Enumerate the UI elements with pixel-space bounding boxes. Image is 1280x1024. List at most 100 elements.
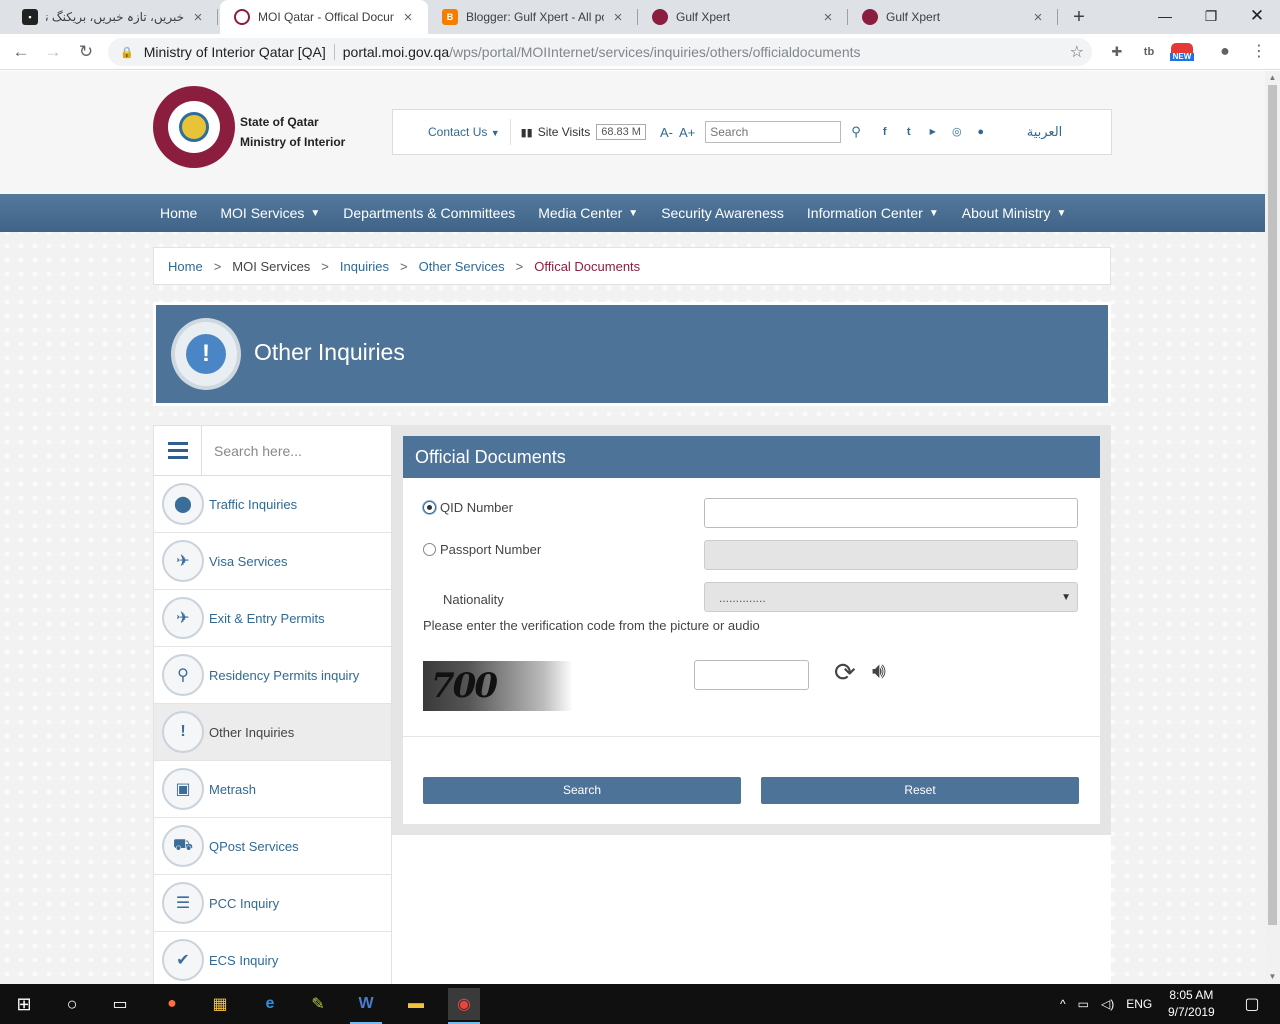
gulfxpert-favicon-icon bbox=[862, 9, 878, 25]
sidebar-item-label: Visa Services bbox=[209, 553, 288, 569]
sidebar-item-other-inquiries[interactable]: ! Other Inquiries bbox=[154, 704, 391, 761]
passport-radio[interactable] bbox=[423, 543, 436, 556]
store-icon[interactable]: ▦ bbox=[204, 988, 236, 1020]
cortana-search-icon[interactable]: ○ bbox=[56, 988, 88, 1020]
browser-tab[interactable]: Gulf Xpert × bbox=[848, 0, 1058, 34]
edge-icon[interactable]: e bbox=[254, 988, 286, 1020]
search-button[interactable]: Search bbox=[423, 777, 741, 804]
close-tab-icon[interactable]: × bbox=[1030, 9, 1046, 26]
lock-icon[interactable]: 🔒 bbox=[120, 46, 134, 59]
qid-radio[interactable] bbox=[423, 501, 436, 514]
close-window-button[interactable]: ✕ bbox=[1234, 0, 1280, 34]
notification-icon[interactable]: ▢ bbox=[1236, 988, 1268, 1020]
sidebar-item-pcc[interactable]: ☰ PCC Inquiry bbox=[154, 875, 391, 932]
tb-extension-icon[interactable]: tb bbox=[1140, 43, 1158, 61]
bookmark-star-icon[interactable]: ☆ bbox=[1070, 42, 1084, 62]
input-language[interactable]: ENG bbox=[1126, 997, 1152, 1011]
close-tab-icon[interactable]: × bbox=[190, 9, 206, 26]
audio-captcha-icon[interactable]: 🔊︎ bbox=[872, 658, 886, 684]
sidebar-item-exit-entry[interactable]: ✈ Exit & Entry Permits bbox=[154, 590, 391, 647]
breadcrumb-inquiries[interactable]: Inquiries bbox=[340, 259, 389, 274]
nationality-select[interactable]: .............. ▼ bbox=[704, 582, 1078, 612]
windows-start-icon[interactable]: ⊞ bbox=[8, 988, 40, 1020]
browser-tab[interactable]: ▪ خبریں، تازہ خبریں، بریکنگ نیو × bbox=[8, 0, 218, 34]
nav-media-center[interactable]: Media Center ▼ bbox=[538, 205, 638, 221]
taskbar-clock[interactable]: 8:05 AM 9/7/2019 bbox=[1168, 987, 1215, 1021]
captcha-input[interactable] bbox=[694, 660, 809, 690]
browser-tab[interactable]: Gulf Xpert × bbox=[638, 0, 848, 34]
font-decrease-button[interactable]: A- bbox=[660, 125, 673, 140]
header-search-input[interactable] bbox=[705, 121, 842, 143]
file-explorer-icon[interactable]: ▬ bbox=[400, 988, 432, 1020]
close-tab-icon[interactable]: × bbox=[820, 9, 836, 26]
new-tab-button[interactable]: + bbox=[1068, 6, 1090, 28]
restore-button[interactable]: ❐ bbox=[1188, 0, 1234, 34]
scroll-down-icon[interactable]: ▼ bbox=[1265, 970, 1280, 984]
breadcrumb-other-services[interactable]: Other Services bbox=[419, 259, 505, 274]
profile-icon[interactable]: ● bbox=[1216, 43, 1234, 61]
search-icon[interactable]: ⚲ bbox=[851, 124, 861, 140]
sidebar-item-metrash[interactable]: ▣ Metrash bbox=[154, 761, 391, 818]
snapchat-icon[interactable]: ● bbox=[973, 124, 989, 140]
tray-chevron-icon[interactable]: ^ bbox=[1060, 997, 1066, 1011]
sidebar-item-traffic[interactable]: ⬤ Traffic Inquiries bbox=[154, 476, 391, 533]
forward-button[interactable]: → bbox=[42, 41, 64, 63]
arabic-language-link[interactable]: العربية bbox=[1027, 124, 1063, 140]
twitter-icon[interactable]: t bbox=[901, 124, 917, 140]
firefox-icon[interactable]: ● bbox=[156, 988, 188, 1020]
extensions-puzzle-icon[interactable]: ✚ bbox=[1108, 43, 1126, 61]
sidebar-item-residency[interactable]: ⚲ Residency Permits inquiry bbox=[154, 647, 391, 704]
reload-button[interactable]: ↻ bbox=[75, 41, 97, 63]
scrollbar-thumb[interactable] bbox=[1268, 85, 1277, 925]
sidebar-item-ecs[interactable]: ✔ ECS Inquiry bbox=[154, 932, 391, 984]
qid-option[interactable]: QID Number bbox=[423, 500, 513, 515]
close-tab-icon[interactable]: × bbox=[610, 9, 626, 26]
page-scrollbar[interactable]: ▲ ▼ bbox=[1265, 71, 1280, 984]
browser-tab-active[interactable]: MOI Qatar - Offical Documents × bbox=[220, 0, 428, 34]
sidebar-search: Search here... bbox=[154, 425, 391, 476]
sidebar-item-qpost[interactable]: ⛟ QPost Services bbox=[154, 818, 391, 875]
qid-input[interactable] bbox=[704, 498, 1078, 528]
address-bar[interactable]: 🔒 Ministry of Interior Qatar [QA] portal… bbox=[108, 38, 1092, 66]
browser-tab[interactable]: B Blogger: Gulf Xpert - All posts × bbox=[428, 0, 638, 34]
close-tab-icon[interactable]: × bbox=[400, 9, 416, 26]
bar-chart-icon: ▮▮ bbox=[520, 126, 533, 139]
refresh-captcha-icon[interactable]: ⟳ bbox=[834, 657, 856, 688]
task-view-icon[interactable]: ▭ bbox=[104, 988, 136, 1020]
new-extension-icon[interactable]: NEW bbox=[1170, 43, 1194, 61]
nav-departments[interactable]: Departments & Committees bbox=[343, 205, 515, 221]
minimize-button[interactable]: — bbox=[1142, 0, 1188, 34]
logo-text[interactable]: State of Qatar Ministry of Interior bbox=[240, 112, 345, 152]
sidebar-item-label: ECS Inquiry bbox=[209, 952, 279, 968]
scroll-up-icon[interactable]: ▲ bbox=[1265, 71, 1280, 85]
network-icon[interactable]: ▭ bbox=[1078, 997, 1089, 1011]
font-increase-button[interactable]: A+ bbox=[679, 125, 695, 140]
hamburger-menu-icon[interactable] bbox=[154, 425, 202, 476]
sidebar-item-label: Other Inquiries bbox=[209, 724, 295, 740]
reset-button[interactable]: Reset bbox=[761, 777, 1079, 804]
youtube-icon[interactable]: ▶ bbox=[925, 124, 941, 140]
passport-option[interactable]: Passport Number bbox=[423, 542, 541, 557]
facebook-icon[interactable]: f bbox=[877, 124, 893, 140]
tab-title: Gulf Xpert bbox=[886, 10, 941, 24]
passport-input[interactable] bbox=[704, 540, 1078, 570]
nav-about-ministry[interactable]: About Ministry ▼ bbox=[962, 205, 1067, 221]
word-icon[interactable]: W bbox=[350, 988, 382, 1024]
sidebar-search-input[interactable]: Search here... bbox=[214, 443, 302, 459]
back-button[interactable]: ← bbox=[10, 41, 32, 63]
passport-label: Passport Number bbox=[440, 542, 542, 557]
notepad-plus-icon[interactable]: ✎ bbox=[302, 988, 334, 1020]
ecs-icon: ✔ bbox=[162, 939, 204, 981]
contact-us-dropdown[interactable]: Contact Us ▼ bbox=[428, 125, 500, 139]
chrome-icon[interactable]: ◉ bbox=[448, 988, 480, 1024]
sidebar-item-visa[interactable]: ✈ Visa Services bbox=[154, 533, 391, 590]
nav-moi-services[interactable]: MOI Services ▼ bbox=[220, 205, 320, 221]
nav-security-awareness[interactable]: Security Awareness bbox=[661, 205, 784, 221]
volume-icon[interactable]: ◁) bbox=[1101, 997, 1114, 1011]
nav-information-center[interactable]: Information Center ▼ bbox=[807, 205, 939, 221]
instagram-icon[interactable]: ◎ bbox=[949, 124, 965, 140]
nav-home[interactable]: Home bbox=[160, 205, 197, 221]
qatar-emblem-logo[interactable] bbox=[153, 86, 235, 168]
menu-kebab-icon[interactable]: ⋮ bbox=[1250, 43, 1268, 61]
breadcrumb-home[interactable]: Home bbox=[168, 259, 203, 274]
